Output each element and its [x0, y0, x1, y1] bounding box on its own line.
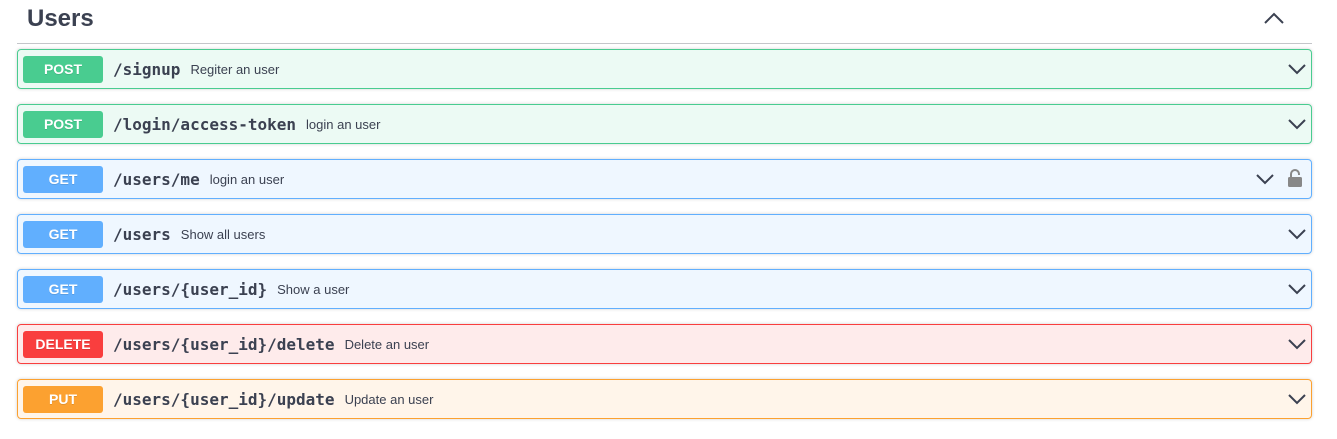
- operation-summary: Show all users: [180, 226, 266, 242]
- operation-path: /login/access-token: [113, 114, 297, 134]
- operation-get-users[interactable]: GET /users Show all users: [17, 214, 1312, 254]
- method-badge: GET: [23, 165, 103, 193]
- operation-summary: login an user: [306, 116, 381, 132]
- operation-path: /users/me: [113, 169, 200, 189]
- operation-path: /users/{user_id}: [113, 279, 268, 299]
- chevron-down-icon[interactable]: [1287, 391, 1307, 407]
- chevron-down-icon[interactable]: [1287, 61, 1307, 77]
- method-badge: POST: [23, 55, 103, 83]
- operation-summary: login an user: [209, 171, 285, 187]
- operation-put-update-user[interactable]: PUT /users/{user_id}/update Update an us…: [17, 379, 1312, 419]
- tag-title: Users: [27, 4, 94, 32]
- operation-summary: Regiter an user: [190, 61, 280, 77]
- operation-delete-user[interactable]: DELETE /users/{user_id}/delete Delete an…: [17, 324, 1312, 364]
- method-badge: GET: [23, 275, 103, 303]
- operation-post-login-access-token[interactable]: POST /login/access-token login an user: [17, 104, 1312, 144]
- chevron-down-icon[interactable]: [1287, 116, 1307, 132]
- operation-path: /signup: [113, 59, 181, 79]
- chevron-down-icon[interactable]: [1255, 171, 1275, 187]
- operation-summary: Update an user: [344, 391, 434, 407]
- operation-path: /users/{user_id}/delete: [113, 334, 335, 354]
- tag-header-users[interactable]: Users: [17, 0, 1312, 44]
- operation-get-users-me[interactable]: GET /users/me login an user: [17, 159, 1312, 199]
- operation-post-signup[interactable]: POST /signup Regiter an user: [17, 49, 1312, 89]
- method-badge: DELETE: [23, 330, 103, 358]
- chevron-down-icon[interactable]: [1287, 281, 1307, 297]
- operation-summary: Delete an user: [344, 336, 430, 352]
- operation-summary: Show a user: [277, 281, 350, 297]
- operation-path: /users: [113, 224, 171, 244]
- lock-icon[interactable]: [1287, 168, 1303, 188]
- chevron-down-icon[interactable]: [1287, 226, 1307, 242]
- method-badge: GET: [23, 220, 103, 248]
- chevron-down-icon[interactable]: [1287, 336, 1307, 352]
- operations-list: POST /signup Regiter an user POST /login…: [17, 49, 1312, 434]
- operation-path: /users/{user_id}/update: [113, 389, 335, 409]
- method-badge: POST: [23, 110, 103, 138]
- chevron-up-icon[interactable]: [1262, 8, 1286, 28]
- method-badge: PUT: [23, 385, 103, 413]
- operation-get-user-by-id[interactable]: GET /users/{user_id} Show a user: [17, 269, 1312, 309]
